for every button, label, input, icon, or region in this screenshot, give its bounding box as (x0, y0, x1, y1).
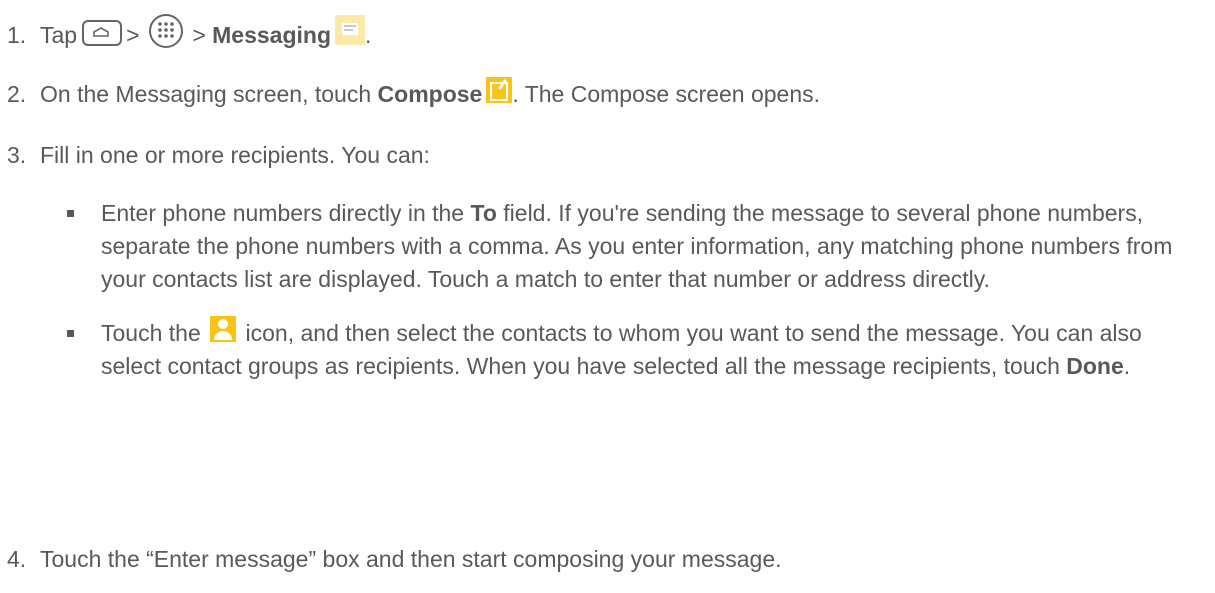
step-4: 4. Touch the “Enter message” box and then… (7, 543, 782, 576)
step-1-tap-text: Tap (40, 22, 78, 48)
separator-arrow: > (192, 22, 206, 48)
apps-icon (148, 13, 183, 48)
step-number: 2. (7, 81, 27, 107)
done-label: Done (1066, 353, 1124, 379)
instruction-document: 1. Tap > > Messaging. 2. On the Messaging s… (0, 0, 1215, 593)
compose-icon (486, 76, 513, 103)
list-item: Touch the icon, and then select the cont… (67, 315, 1197, 383)
step-3: 3. Fill in one or more recipients. You ca… (7, 139, 430, 172)
compose-label: Compose (377, 81, 483, 107)
step-2-tail: . The Compose screen opens. (512, 81, 821, 107)
list-item: Enter phone numbers directly in the To f… (67, 197, 1197, 296)
bullet-2-lead: Touch the (101, 320, 201, 346)
step-number: 4. (7, 546, 27, 572)
step-number: 3. (7, 142, 27, 168)
bullet-marker (67, 330, 74, 337)
bullet-1-lead: Enter phone numbers directly in the (101, 200, 465, 226)
contact-icon (210, 315, 237, 342)
messaging-app-name: Messaging (212, 22, 332, 48)
bullet-marker (67, 210, 74, 217)
to-field-label: To (470, 200, 497, 226)
step-1: 1. Tap > > Messaging. (7, 13, 372, 54)
bullet-2-middle: icon, and then select the contacts to wh… (101, 320, 1142, 379)
separator-arrow: > (126, 22, 140, 48)
step-3-text: Fill in one or more recipients. You can: (40, 142, 430, 168)
step-2-lead: On the Messaging screen, touch (40, 81, 372, 107)
home-icon (82, 19, 123, 46)
step-1-end: . (365, 22, 372, 48)
step-2: 2. On the Messaging screen, touch Compose… (7, 76, 821, 111)
step-3-bullet-list: Enter phone numbers directly in the To f… (67, 197, 1197, 383)
bullet-2-tail: . (1123, 353, 1131, 379)
step-number: 1. (7, 22, 27, 48)
messaging-app-icon (335, 14, 366, 45)
step-4-text: Touch the “Enter message” box and then s… (40, 546, 782, 572)
